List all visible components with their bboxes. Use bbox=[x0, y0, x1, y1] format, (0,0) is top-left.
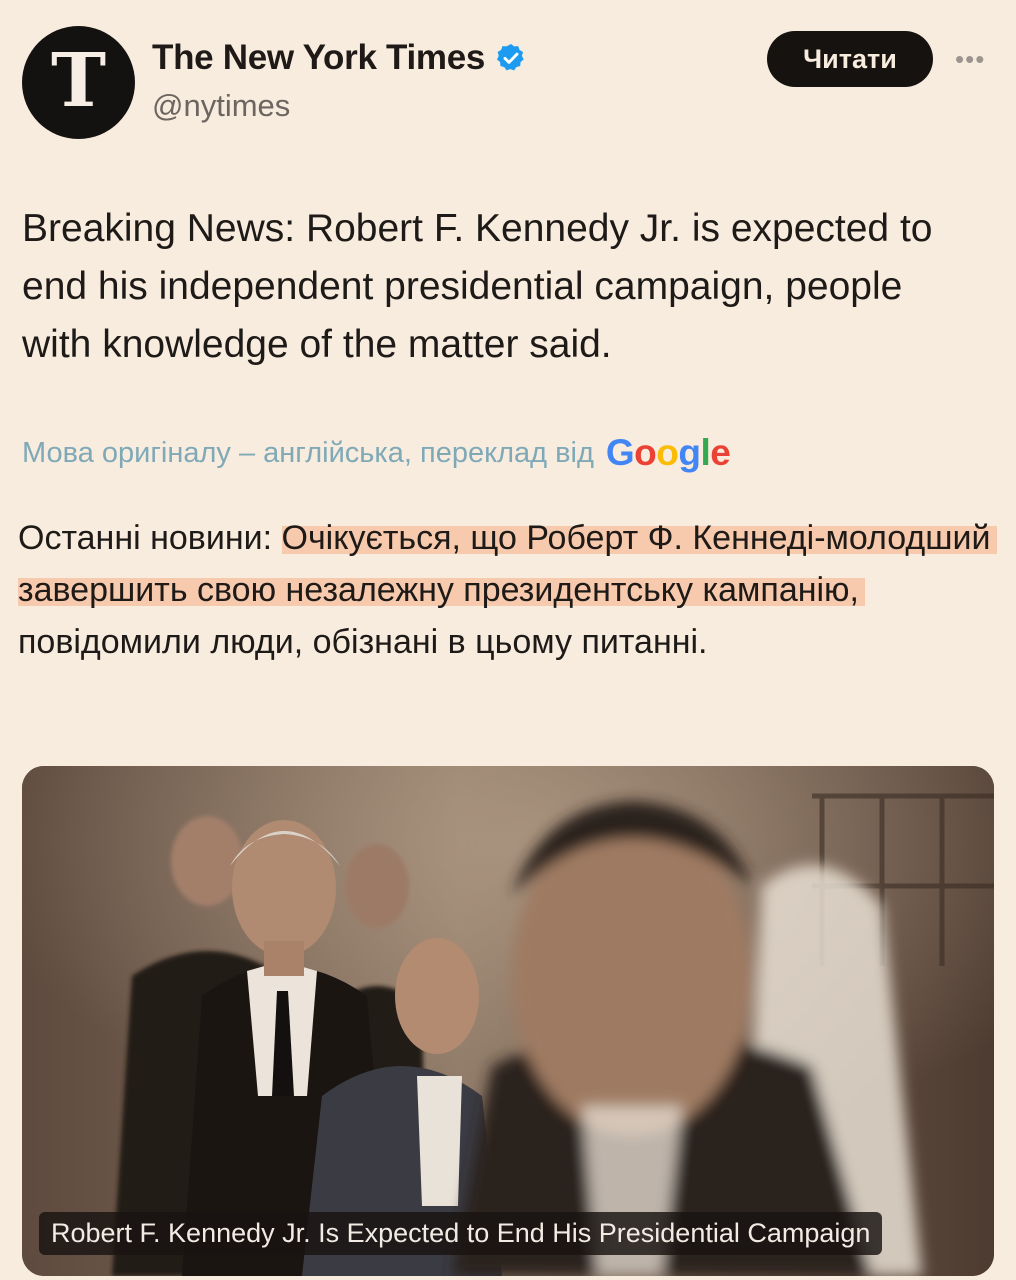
translated-tweet-text: Останні новини: Очікується, що Роберт Ф.… bbox=[18, 512, 997, 668]
follow-button[interactable]: Читати bbox=[767, 31, 933, 87]
nyt-logo-glyph: T bbox=[50, 37, 107, 124]
media-card[interactable]: Robert F. Kennedy Jr. Is Expected to End… bbox=[22, 766, 994, 1276]
verified-badge-icon bbox=[495, 42, 527, 74]
account-handle[interactable]: @nytimes bbox=[152, 88, 290, 124]
avatar[interactable]: T bbox=[22, 26, 135, 139]
account-name-row: The New York Times bbox=[152, 38, 527, 78]
translation-prefix: Останні новини: bbox=[18, 519, 282, 557]
translation-label[interactable]: Мова оригіналу – англійська, переклад ві… bbox=[22, 437, 594, 470]
media-caption: Robert F. Kennedy Jr. Is Expected to End… bbox=[39, 1212, 883, 1255]
display-name[interactable]: The New York Times bbox=[152, 38, 485, 78]
tweet-text: Breaking News: Robert F. Kennedy Jr. is … bbox=[22, 207, 933, 366]
news-photo bbox=[22, 766, 994, 1276]
more-options-icon[interactable]: ••• bbox=[955, 44, 985, 75]
translation-attribution[interactable]: Мова оригіналу – англійська, переклад ві… bbox=[22, 432, 731, 474]
translation-rest: повідомили люди, обізнані в цьому питанн… bbox=[18, 623, 708, 661]
google-logo: Google bbox=[605, 432, 731, 473]
